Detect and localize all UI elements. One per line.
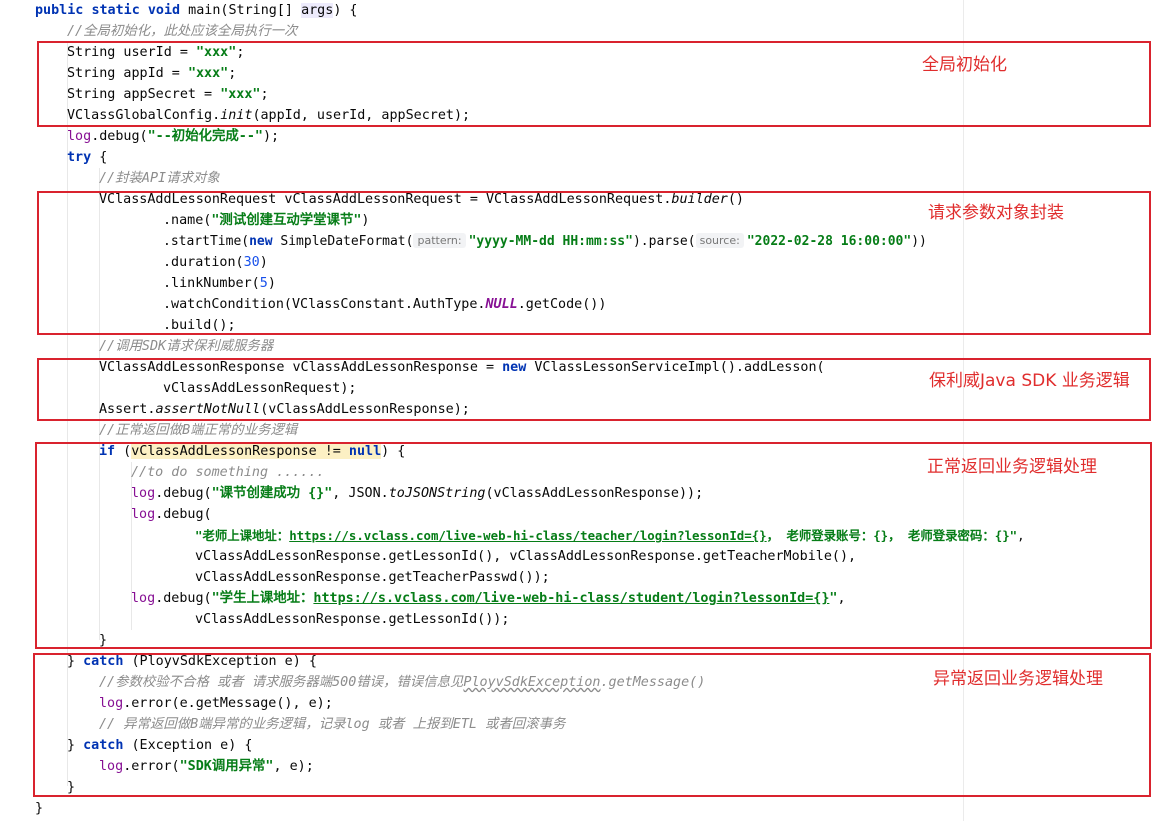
- code-line-39[interactable]: }: [35, 798, 43, 819]
- code-line-2[interactable]: //全局初始化，此处应该全局执行一次: [67, 21, 297, 42]
- annotation-label-sdk-logic: 保利威Java SDK 业务逻辑: [929, 371, 1130, 391]
- editor-gutter: [0, 0, 22, 821]
- code-line-7[interactable]: log.debug("--初始化完成--");: [67, 126, 279, 147]
- code-line-1[interactable]: public static void main(String[] args) {: [35, 0, 358, 21]
- annotation-label-error-return: 异常返回业务逻辑处理: [933, 669, 1103, 689]
- code-line-21[interactable]: //正常返回做B端正常的业务逻辑: [99, 420, 297, 441]
- code-line-17[interactable]: //调用SDK请求保利威服务器: [99, 336, 273, 357]
- annotation-label-normal-return: 正常返回业务逻辑处理: [927, 457, 1097, 477]
- code-line-9[interactable]: //封装API请求对象: [99, 168, 220, 189]
- annotation-label-request-wrap: 请求参数对象封装: [928, 203, 1064, 223]
- annotation-label-global-init: 全局初始化: [922, 55, 1007, 75]
- code-line-8[interactable]: try {: [67, 147, 107, 168]
